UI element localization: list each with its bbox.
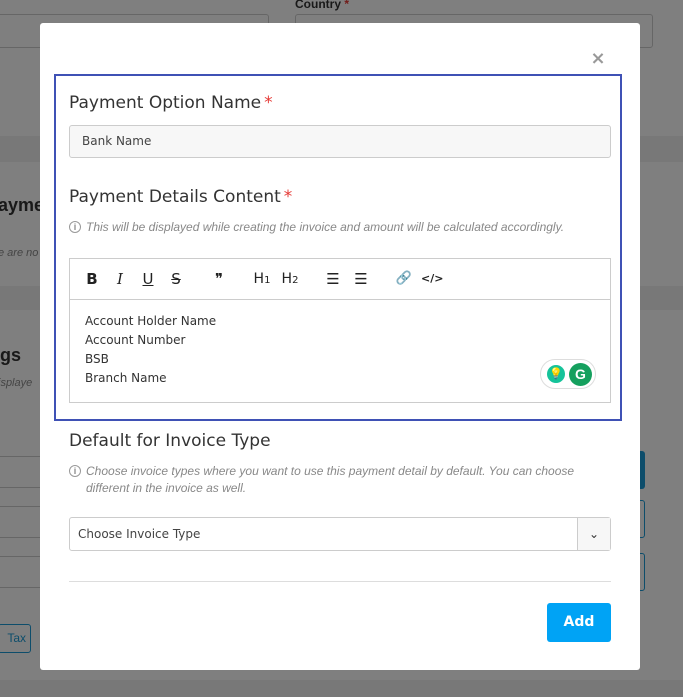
payment-details-hint-text: This will be displayed while creating th… xyxy=(86,220,565,234)
heading-1-button[interactable]: H1 xyxy=(251,268,273,290)
footer-divider xyxy=(69,581,611,582)
grammarly-icon[interactable]: G xyxy=(569,363,592,386)
default-invoice-type-hint-text: Choose invoice types where you want to u… xyxy=(86,464,575,495)
rich-text-editor: B I U S ❞ H1 H2 ☰ ☰ 🔗 </> Account Holder… xyxy=(69,258,611,403)
payment-option-name-input[interactable]: Bank Name xyxy=(69,125,611,158)
payment-option-name-label: Payment Option Name * xyxy=(69,93,273,113)
content-line: Account Holder Name xyxy=(85,314,217,328)
code-button[interactable]: </> xyxy=(421,268,443,290)
invoice-type-select-value: Choose Invoice Type xyxy=(78,527,201,541)
add-button[interactable]: Add xyxy=(547,603,611,642)
grammarly-widget[interactable]: 💡 G xyxy=(540,359,596,389)
payment-option-modal: × Payment Option Name * Bank Name Payment… xyxy=(40,23,640,670)
chevron-down-icon[interactable]: ⌄ xyxy=(577,518,610,550)
default-invoice-type-label: Default for Invoice Type xyxy=(69,431,271,451)
default-invoice-type-hint: i Choose invoice types where you want to… xyxy=(69,463,614,497)
italic-button[interactable]: I xyxy=(109,268,131,290)
ordered-list-button[interactable]: ☰ xyxy=(322,268,344,290)
payment-details-hint: i This will be displayed while creating … xyxy=(69,219,614,236)
content-line: Account Number xyxy=(85,333,186,347)
underline-button[interactable]: U xyxy=(137,268,159,290)
strikethrough-button[interactable]: S xyxy=(165,268,187,290)
editor-toolbar: B I U S ❞ H1 H2 ☰ ☰ 🔗 </> xyxy=(70,259,610,300)
blockquote-button[interactable]: ❞ xyxy=(208,268,230,290)
invoice-type-select[interactable]: Choose Invoice Type ⌄ xyxy=(69,517,611,551)
lightbulb-icon[interactable]: 💡 xyxy=(547,365,565,383)
bullet-list-button[interactable]: ☰ xyxy=(350,268,372,290)
content-line: BSB xyxy=(85,352,109,366)
payment-details-label: Payment Details Content * xyxy=(69,187,293,207)
heading-2-button[interactable]: H2 xyxy=(279,268,301,290)
close-icon[interactable]: × xyxy=(590,50,606,68)
content-line: Branch Name xyxy=(85,371,167,385)
link-button[interactable]: 🔗 xyxy=(393,268,415,290)
editor-content[interactable]: Account Holder Name Account Number BSB B… xyxy=(70,300,610,400)
bold-button[interactable]: B xyxy=(81,268,103,290)
info-icon: i xyxy=(69,221,81,233)
info-icon: i xyxy=(69,465,81,477)
